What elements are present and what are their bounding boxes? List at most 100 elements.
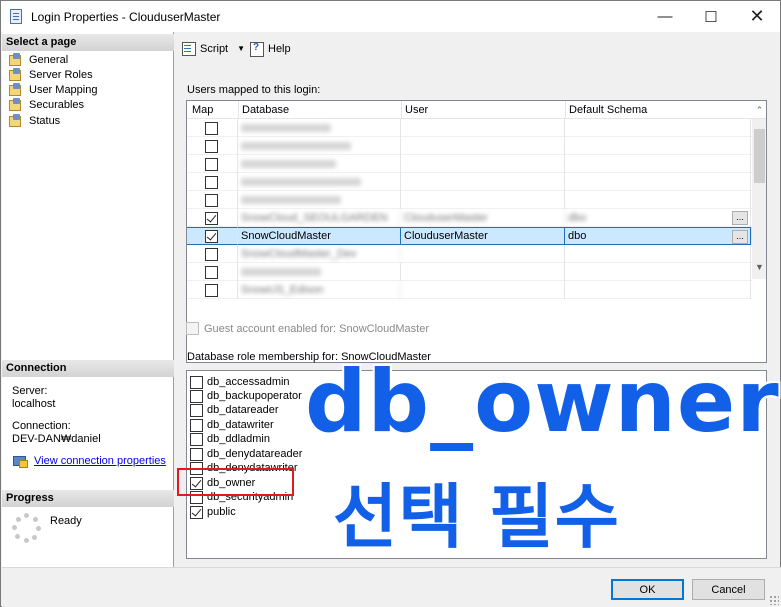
progress-header: Progress [2,490,174,507]
wrench-page-icon [8,83,21,96]
column-header-map[interactable]: Map [192,104,213,116]
role-label: db_ddladmin [207,433,270,445]
map-checkbox[interactable] [205,283,218,297]
maximize-button[interactable]: ☐ [688,1,734,32]
schema-cell[interactable]: dbo ... [565,227,751,245]
scroll-down-icon[interactable]: ▼ [752,259,766,276]
chevron-up-icon[interactable]: ⌃ [752,101,766,119]
progress-status: Ready [50,515,82,527]
map-checkbox[interactable] [205,175,218,189]
wrench-page-icon [8,53,21,66]
select-page-header: Select a page [2,34,174,51]
role-label: db_datawriter [207,419,274,431]
guest-account-option: Guest account enabled for: SnowCloudMast… [186,322,429,335]
login-properties-window: Login Properties - ClouduserMaster — ☐ ✕… [0,0,781,607]
table-row[interactable] [187,191,752,209]
help-label: Help [268,42,291,55]
map-checkbox[interactable] [205,157,218,171]
page-item-label: General [29,53,69,66]
database-cell: SnowCloudMaster [238,227,401,245]
role-label: db_denydatareader [207,448,303,460]
table-row[interactable] [187,119,752,137]
role-item[interactable]: db_datareader [190,403,279,417]
table-row[interactable] [187,155,752,173]
redacted-database [241,160,336,168]
page-item-server-roles[interactable]: Server Roles [8,67,93,82]
page-item-user-mapping[interactable]: User Mapping [8,82,97,97]
dropdown-arrow-icon[interactable]: ▼ [237,44,245,53]
connection-properties-icon [13,455,28,468]
redacted-database [241,124,331,132]
role-item[interactable]: db_ddladmin [190,432,270,446]
role-checkbox[interactable] [190,389,203,403]
resize-grip-icon[interactable] [769,595,779,605]
wrench-page-icon [8,114,21,127]
page-item-securables[interactable]: Securables [8,97,84,112]
map-checkbox[interactable] [205,211,218,225]
close-button[interactable]: ✕ [734,1,780,32]
annotation-line-2: 선택 필수 [332,476,620,558]
server-value: localhost [12,398,56,410]
column-header-user[interactable]: User [405,104,428,116]
redacted-database [241,268,321,276]
user-cell: ClouduserMaster [401,209,565,227]
app-icon [10,9,22,24]
map-checkbox[interactable] [205,193,218,207]
db-owner-highlight [177,468,294,496]
schema-browse-button[interactable]: ... [732,211,748,225]
schema-browse-button[interactable]: ... [732,230,748,244]
scrollbar-thumb[interactable] [754,129,765,183]
role-checkbox[interactable] [190,505,203,519]
connection-header: Connection [2,360,174,377]
guest-account-label: Guest account enabled for: SnowCloudMast… [204,322,430,335]
map-checkbox[interactable] [205,247,218,261]
role-checkbox[interactable] [190,432,203,446]
page-item-label: Status [29,114,61,127]
page-item-general[interactable]: General [8,52,68,67]
grid-vertical-scrollbar[interactable]: ▼ [752,119,766,279]
script-label: Script [200,42,229,55]
table-row[interactable]: SnowUS_Edison [187,281,752,299]
role-item[interactable]: db_datawriter [190,418,274,432]
page-item-status[interactable]: Status [8,113,60,128]
role-checkbox[interactable] [190,447,203,461]
guest-account-checkbox[interactable] [186,322,199,335]
role-checkbox[interactable] [190,403,203,417]
role-item[interactable]: db_backupoperator [190,389,302,403]
script-icon [181,41,197,56]
table-row[interactable] [187,173,752,191]
table-row[interactable] [187,263,752,281]
window-title: Login Properties - ClouduserMaster [31,10,221,24]
cancel-button[interactable]: Cancel [692,579,765,600]
map-checkbox[interactable] [205,229,218,243]
column-header-default-schema[interactable]: Default Schema [569,104,647,116]
connection-value: DEV-DAN₩daniel [12,433,101,445]
view-connection-properties-link[interactable]: View connection properties [34,455,166,467]
map-checkbox[interactable] [205,121,218,135]
role-checkbox[interactable] [190,375,203,389]
left-pane: Select a page General Server Roles User … [2,32,174,567]
schema-cell: dbo ... [565,209,751,227]
redacted-database [241,196,341,204]
role-item[interactable]: db_accessadmin [190,375,290,389]
script-button[interactable]: Script ▼ [181,41,245,56]
toolbar: Script ▼ Help [175,32,780,65]
minimize-button[interactable]: — [642,1,688,32]
role-checkbox[interactable] [190,418,203,432]
table-row-selected[interactable]: SnowCloudMaster ClouduserMaster dbo ... [187,227,752,245]
role-item[interactable]: db_denydatareader [190,447,302,461]
table-row[interactable]: SnowCloudMaster_Dev [187,245,752,263]
help-button[interactable]: Help [249,41,291,57]
dialog-footer: OK Cancel [2,567,781,607]
title-bar[interactable]: Login Properties - ClouduserMaster — ☐ ✕ [1,1,780,32]
user-cell[interactable]: ClouduserMaster [401,227,565,245]
role-item[interactable]: public [190,505,236,519]
role-label: db_backupoperator [207,390,302,402]
table-row[interactable] [187,137,752,155]
redacted-database [241,178,361,186]
map-checkbox[interactable] [205,265,218,279]
map-checkbox[interactable] [205,139,218,153]
column-header-database[interactable]: Database [242,104,289,116]
ok-button[interactable]: OK [611,579,684,600]
table-row[interactable]: SnowCloud_SEOULGARDEN ClouduserMaster db… [187,209,752,227]
